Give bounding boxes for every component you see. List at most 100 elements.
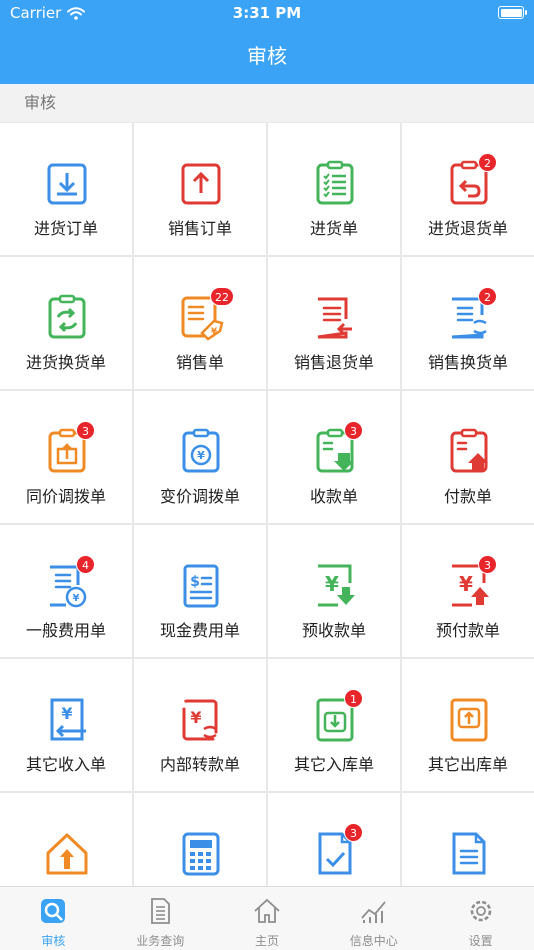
- tab-audit[interactable]: 审核: [0, 887, 107, 950]
- svg-text:¥: ¥: [73, 593, 80, 604]
- count-badge: 3: [478, 555, 497, 574]
- tab-label: 设置: [468, 934, 493, 948]
- audit-item-label: 内部转款单: [159, 755, 240, 774]
- audit-item-label: 销售换货单: [427, 353, 508, 372]
- count-badge: 3: [344, 421, 363, 440]
- audit-item-general-expense[interactable]: ¥4 一般费用单: [0, 525, 132, 657]
- chart-icon: [361, 901, 386, 923]
- document-icon: [151, 898, 171, 924]
- audit-grid: 进货订单 销售订单 进货单 2 进货退货单 进货换货单 ¥22 销售单 销售退货单 2 销售换货单 3…: [0, 122, 534, 886]
- overflow-report-icon: [452, 832, 486, 875]
- tab-bar: 审核 业务查询 主页 信息中心 设置: [0, 886, 534, 950]
- audit-item-internal-transfer[interactable]: ¥ 内部转款单: [134, 659, 266, 791]
- tab-gear[interactable]: 设置: [427, 887, 534, 950]
- audit-item-assembly[interactable]: 拆装单: [134, 793, 266, 886]
- audit-item-advance-receipt[interactable]: ¥ 预收款单: [268, 525, 400, 657]
- warehouse-request-icon: [46, 833, 88, 875]
- home-icon: [254, 898, 280, 923]
- audit-item-purchase-slip[interactable]: 进货单: [268, 123, 400, 255]
- svg-text:¥: ¥: [211, 327, 218, 337]
- audit-item-label: 收款单: [309, 487, 358, 506]
- audit-item-variable-price-transfer[interactable]: ¥ 变价调拨单: [134, 391, 266, 523]
- audit-item-sales-return[interactable]: 销售退货单: [268, 257, 400, 389]
- audit-item-payment[interactable]: ¥ 付款单: [402, 391, 534, 523]
- count-badge: 3: [344, 823, 363, 842]
- status-bar: Carrier 3:31 PM: [0, 0, 534, 28]
- audit-item-label: 进货退货单: [427, 219, 508, 238]
- audit-item-sales-order[interactable]: 销售订单: [134, 123, 266, 255]
- svg-text:¥: ¥: [190, 708, 201, 727]
- audit-item-label: 现金费用单: [159, 621, 240, 640]
- audit-icon: [41, 899, 66, 923]
- count-badge: 2: [478, 287, 497, 306]
- audit-item-receipt[interactable]: ¥3 收款单: [268, 391, 400, 523]
- tab-label: 业务查询: [136, 934, 185, 948]
- svg-text:¥: ¥: [197, 449, 205, 462]
- page-title: 审核: [247, 44, 287, 68]
- assembly-icon: [182, 832, 220, 876]
- purchase-exchange-icon: [48, 294, 86, 339]
- count-badge: 3: [76, 421, 95, 440]
- internal-transfer-icon: ¥: [182, 699, 218, 741]
- audit-item-label: 同价调拨单: [25, 487, 106, 506]
- audit-item-loss-report[interactable]: 3报损单: [268, 793, 400, 886]
- audit-item-same-price-transfer[interactable]: 3 同价调拨单: [0, 391, 132, 523]
- audit-item-purchase-exchange[interactable]: 进货换货单: [0, 257, 132, 389]
- count-badge: 2: [478, 153, 497, 172]
- audit-item-warehouse-request[interactable]: 仓库要货单: [0, 793, 132, 886]
- audit-item-label: 进货订单: [33, 219, 98, 238]
- tab-home[interactable]: 主页: [214, 887, 321, 950]
- audit-item-label: 销售单: [175, 353, 224, 372]
- tab-label: 审核: [41, 934, 66, 948]
- audit-item-sales-slip[interactable]: ¥22 销售单: [134, 257, 266, 389]
- status-time: 3:31 PM: [232, 4, 302, 22]
- tab-label: 主页: [254, 934, 279, 948]
- sales-order-icon: [181, 163, 221, 205]
- purchase-order-icon: [47, 163, 87, 205]
- audit-item-label: 预收款单: [301, 621, 366, 640]
- other-stock-out-icon: [450, 698, 488, 742]
- advance-receipt-icon: ¥: [318, 564, 355, 607]
- audit-item-purchase-return[interactable]: 2 进货退货单: [402, 123, 534, 255]
- section-header: 审核: [0, 84, 534, 122]
- audit-item-label: 进货单: [309, 219, 358, 238]
- variable-price-transfer-icon: ¥: [182, 428, 220, 473]
- audit-item-other-income[interactable]: ¥ 其它收入单: [0, 659, 132, 791]
- svg-text:¥: ¥: [61, 704, 72, 723]
- audit-item-advance-payment[interactable]: ¥3 预付款单: [402, 525, 534, 657]
- audit-item-label: 销售订单: [167, 219, 232, 238]
- audit-item-label: 预付款单: [435, 621, 500, 640]
- tab-document[interactable]: 业务查询: [107, 887, 214, 950]
- audit-item-label: 进货换货单: [25, 353, 106, 372]
- purchase-slip-icon: [316, 160, 354, 205]
- tab-chart[interactable]: 信息中心: [320, 887, 427, 950]
- count-badge: 22: [210, 287, 234, 306]
- gear-icon: [470, 900, 491, 922]
- audit-item-label: 销售退货单: [293, 353, 374, 372]
- tab-label: 信息中心: [349, 934, 398, 948]
- audit-item-other-stock-in[interactable]: 1 其它入库单: [268, 659, 400, 791]
- navigation-bar: Carrier 3:31 PM 审核: [0, 0, 534, 84]
- audit-item-sales-exchange[interactable]: 2 销售换货单: [402, 257, 534, 389]
- svg-text:¥: ¥: [341, 456, 347, 465]
- cash-expense-icon: $: [183, 564, 219, 608]
- audit-item-label: 其它出库单: [427, 755, 508, 774]
- audit-item-other-stock-out[interactable]: 其它出库单: [402, 659, 534, 791]
- audit-item-purchase-order[interactable]: 进货订单: [0, 123, 132, 255]
- audit-item-label: 一般费用单: [25, 621, 106, 640]
- audit-item-label: 变价调拨单: [159, 487, 240, 506]
- count-badge: 1: [344, 689, 363, 708]
- battery-icon: [498, 6, 527, 19]
- audit-item-label: 其它入库单: [293, 755, 374, 774]
- audit-item-overflow-report[interactable]: 报溢单: [402, 793, 534, 886]
- svg-text:$: $: [190, 574, 200, 590]
- count-badge: 4: [76, 555, 95, 574]
- svg-text:¥: ¥: [459, 572, 473, 596]
- payment-icon: ¥: [450, 428, 488, 473]
- audit-item-label: 付款单: [443, 487, 492, 506]
- svg-text:¥: ¥: [475, 462, 481, 471]
- sales-return-icon: [317, 297, 352, 339]
- audit-item-cash-expense[interactable]: $ 现金费用单: [134, 525, 266, 657]
- audit-item-label: 其它收入单: [25, 755, 106, 774]
- svg-text:¥: ¥: [325, 572, 339, 596]
